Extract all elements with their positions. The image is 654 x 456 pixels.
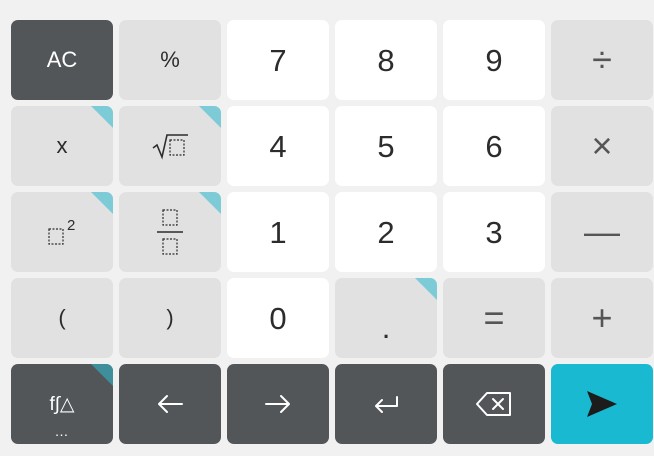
- arrow-right-icon: [262, 392, 294, 416]
- calculator-keypad: AC % 7 8 9 ÷ x 4 5 6 × 2 1 2 3 — () 0 .…: [0, 0, 654, 456]
- plus-button[interactable]: +: [551, 278, 653, 358]
- send-icon: [585, 389, 619, 419]
- ac-label: AC: [46, 47, 78, 72]
- divide-label: ÷: [592, 39, 612, 80]
- enter-button[interactable]: [335, 364, 437, 444]
- functions-label: f∫△: [49, 393, 75, 415]
- digit-1-label: 1: [269, 214, 287, 250]
- digit-9-label: 9: [485, 42, 503, 78]
- plus-label: +: [591, 297, 613, 338]
- digit-9-button[interactable]: 9: [443, 20, 545, 100]
- digit-1-button[interactable]: 1: [227, 192, 329, 272]
- percent-button[interactable]: %: [119, 20, 221, 100]
- more-options-indicator: [91, 192, 113, 214]
- ac-button[interactable]: AC: [11, 20, 113, 100]
- digit-3-label: 3: [485, 214, 503, 250]
- digit-2-button[interactable]: 2: [335, 192, 437, 272]
- open-paren-label: (: [58, 305, 66, 330]
- svg-text:2: 2: [67, 217, 75, 234]
- multiply-button[interactable]: ×: [551, 106, 653, 186]
- digit-8-label: 8: [377, 42, 395, 78]
- percent-label: %: [160, 47, 180, 72]
- digit-7-label: 7: [269, 42, 287, 78]
- enter-return-icon: [370, 392, 402, 416]
- fraction-button[interactable]: [119, 192, 221, 272]
- close-paren-label: ): [166, 305, 174, 330]
- open-paren-button[interactable]: (: [11, 278, 113, 358]
- digit-7-button[interactable]: 7: [227, 20, 329, 100]
- divide-button[interactable]: ÷: [551, 20, 653, 100]
- multiply-label: ×: [591, 125, 613, 166]
- variable-x-button[interactable]: x: [11, 106, 113, 186]
- close-paren-button[interactable]: ): [119, 278, 221, 358]
- squared-button[interactable]: 2: [11, 192, 113, 272]
- square-root-button[interactable]: [119, 106, 221, 186]
- digit-0-button[interactable]: 0: [227, 278, 329, 358]
- decimal-button[interactable]: .: [335, 278, 437, 358]
- digit-5-label: 5: [377, 128, 395, 164]
- digit-6-button[interactable]: 6: [443, 106, 545, 186]
- digit-5-button[interactable]: 5: [335, 106, 437, 186]
- digit-4-button[interactable]: 4: [227, 106, 329, 186]
- digit-8-button[interactable]: 8: [335, 20, 437, 100]
- more-options-indicator: [415, 278, 437, 300]
- backspace-icon: [475, 391, 513, 417]
- more-options-indicator: [199, 106, 221, 128]
- equals-label: =: [483, 297, 505, 338]
- variable-x-label: x: [56, 133, 68, 158]
- digit-0-label: 0: [269, 300, 287, 336]
- square-root-icon: [150, 131, 190, 161]
- backspace-button[interactable]: [443, 364, 545, 444]
- digit-2-label: 2: [377, 214, 395, 250]
- more-options-indicator: [91, 364, 113, 386]
- more-dots: …: [54, 423, 70, 439]
- minus-label: —: [584, 211, 620, 252]
- equals-button[interactable]: =: [443, 278, 545, 358]
- cursor-left-button[interactable]: [119, 364, 221, 444]
- minus-button[interactable]: —: [551, 192, 653, 272]
- arrow-left-icon: [154, 392, 186, 416]
- digit-4-label: 4: [269, 128, 287, 164]
- squared-icon: 2: [42, 215, 82, 249]
- more-options-indicator: [91, 106, 113, 128]
- send-button[interactable]: [551, 364, 653, 444]
- cursor-right-button[interactable]: [227, 364, 329, 444]
- functions-button[interactable]: f∫△ …: [11, 364, 113, 444]
- digit-3-button[interactable]: 3: [443, 192, 545, 272]
- decimal-label: .: [381, 309, 391, 345]
- digit-6-label: 6: [485, 128, 503, 164]
- more-options-indicator: [199, 192, 221, 214]
- fraction-icon: [153, 205, 187, 259]
